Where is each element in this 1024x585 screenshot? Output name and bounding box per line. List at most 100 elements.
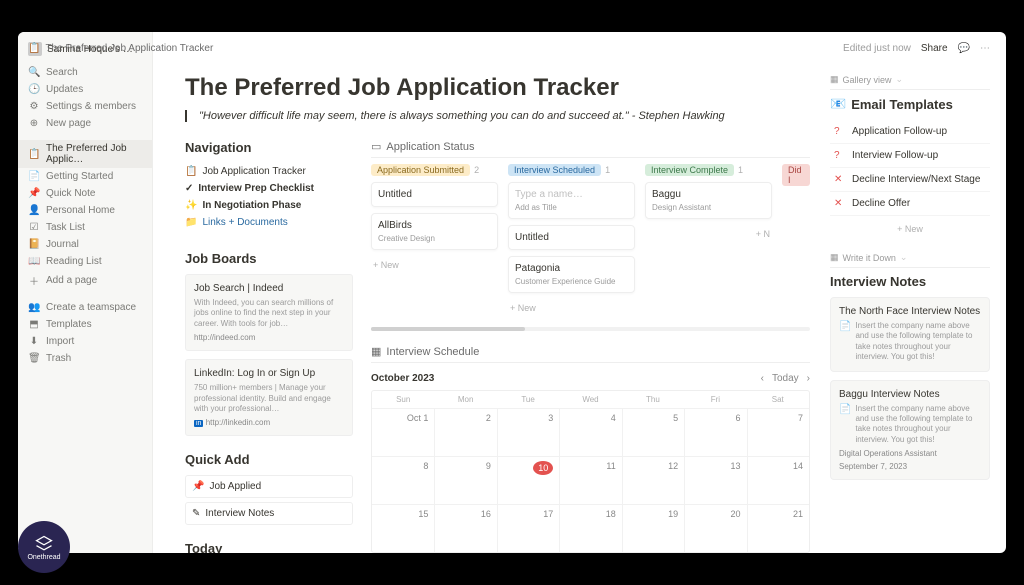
new-card-complete[interactable]: + N	[645, 225, 772, 243]
calendar-month: October 2023	[371, 373, 434, 384]
status-col-submitted: Application Submitted2 Untitled AllBirds…	[371, 164, 498, 317]
cal-cell[interactable]: Oct 1	[372, 408, 434, 456]
tpl-new[interactable]: + New	[830, 216, 990, 242]
cal-cell[interactable]: 9	[434, 456, 496, 504]
breadcrumb[interactable]: 📋 The Preferred Job Application Tracker	[153, 43, 213, 54]
sidebar-search[interactable]: 🔍Search	[18, 64, 152, 81]
cal-cell[interactable]: 17	[497, 504, 559, 552]
status-tag-complete[interactable]: Interview Complete	[645, 164, 734, 176]
cal-cell[interactable]: 10	[497, 456, 559, 504]
note-northface[interactable]: The North Face Interview Notes 📄Insert t…	[830, 297, 990, 372]
nav-item-negotiation[interactable]: ✨In Negotiation Phase	[185, 197, 353, 214]
main: 📋 The Preferred Job Application Tracker …	[153, 32, 1006, 553]
scroll-thumb[interactable]	[371, 327, 525, 331]
sidebar-updates[interactable]: 🕒Updates	[18, 81, 152, 98]
nav-item-links[interactable]: 📁Links + Documents	[185, 214, 353, 231]
cal-cell[interactable]: 6	[684, 408, 746, 456]
cal-cell[interactable]: 3	[497, 408, 559, 456]
cal-cell[interactable]: 21	[747, 504, 809, 552]
cal-cell[interactable]: 19	[622, 504, 684, 552]
tpl-app-followup[interactable]: ?Application Follow-up	[830, 120, 990, 144]
appstatus-header[interactable]: ▭ Application Status	[371, 140, 810, 158]
schedule-header[interactable]: ▦ Interview Schedule	[371, 345, 810, 363]
status-tag-did[interactable]: Did I	[782, 164, 810, 186]
cal-dow-cell: Tue	[497, 391, 559, 408]
card-patagonia[interactable]: PatagoniaCustomer Experience Guide	[508, 256, 635, 293]
cal-prev[interactable]: ‹	[761, 373, 764, 384]
nav-item-tracker[interactable]: 📋Job Application Tracker	[185, 163, 353, 180]
sidebar-page-tracker[interactable]: 📋The Preferred Job Applic…	[18, 140, 152, 168]
sidebar-trash[interactable]: 🗑Trash	[18, 350, 152, 367]
comment-icon[interactable]: 💬	[958, 43, 970, 54]
cal-cell[interactable]: 11	[559, 456, 621, 504]
card-untitled-2[interactable]: Untitled	[508, 225, 635, 250]
sidebar-new-page[interactable]: ⊕New page	[18, 115, 152, 132]
sidebar-page-quick-note[interactable]: 📌Quick Note	[18, 185, 152, 202]
gallery-view-tab[interactable]: ▦Gallery view ⌄	[830, 74, 990, 90]
status-tag-submitted[interactable]: Application Submitted	[371, 164, 470, 176]
cal-cell[interactable]: 4	[559, 408, 621, 456]
new-card-scheduled[interactable]: + New	[508, 299, 635, 317]
job-board-linkedin[interactable]: LinkedIn: Log In or Sign Up 750 million+…	[185, 359, 353, 436]
gear-icon: ⚙	[28, 101, 40, 112]
sparkle-icon: ✨	[185, 200, 197, 211]
sidebar-templates[interactable]: ⬒Templates	[18, 316, 152, 333]
cal-cell[interactable]: 2	[434, 408, 496, 456]
sidebar-settings[interactable]: ⚙Settings & members	[18, 98, 152, 115]
page-title[interactable]: The Preferred Job Application Tracker	[185, 74, 810, 102]
status-board: Application Submitted2 Untitled AllBirds…	[371, 164, 810, 317]
cal-cell[interactable]: 8	[372, 456, 434, 504]
download-icon: ⬇	[28, 336, 40, 347]
page-icon: 📄	[839, 321, 851, 363]
onethread-logo: Onethread	[18, 521, 70, 573]
card-allbirds[interactable]: AllBirdsCreative Design	[371, 213, 498, 250]
nav-item-checklist[interactable]: ✓Interview Prep Checklist	[185, 180, 353, 197]
cal-cell[interactable]: 15	[372, 504, 434, 552]
board-scrollbar[interactable]	[371, 327, 810, 331]
cal-today[interactable]: Today	[772, 373, 799, 384]
cal-cell[interactable]: 14	[747, 456, 809, 504]
sidebar-create-teamspace[interactable]: 👥Create a teamspace	[18, 299, 152, 316]
name-input[interactable]: Type a name…	[515, 189, 628, 200]
card-new-input[interactable]: Type a name… Add as Title	[508, 182, 635, 219]
sidebar-import[interactable]: ⬇Import	[18, 333, 152, 350]
cal-next[interactable]: ›	[807, 373, 810, 384]
quickadd-interview-notes[interactable]: ✎Interview Notes	[185, 502, 353, 525]
star-icon[interactable]: ⋯	[980, 43, 990, 54]
nav-list: 📋Job Application Tracker ✓Interview Prep…	[185, 163, 353, 231]
cal-cell[interactable]: 5	[622, 408, 684, 456]
search-icon: 🔍	[28, 67, 40, 78]
page-icon: 📄	[28, 171, 40, 182]
note-baggu[interactable]: Baggu Interview Notes 📄Insert the compan…	[830, 380, 990, 481]
new-card-submitted[interactable]: + New	[371, 256, 498, 274]
tpl-interview-followup[interactable]: ?Interview Follow-up	[830, 144, 990, 168]
sidebar-page-journal[interactable]: 📔Journal	[18, 236, 152, 253]
cal-dow-cell: Sun	[372, 391, 434, 408]
sidebar-page-personal-home[interactable]: 👤Personal Home	[18, 202, 152, 219]
sidebar-page-getting-started[interactable]: 📄Getting Started	[18, 168, 152, 185]
check-icon: ☑	[28, 222, 40, 233]
tpl-decline-interview[interactable]: ✕Decline Interview/Next Stage	[830, 168, 990, 192]
writeit-view-tab[interactable]: ▦Write it Down ⌄	[830, 252, 990, 268]
cal-cell[interactable]: 20	[684, 504, 746, 552]
cal-cell[interactable]: 16	[434, 504, 496, 552]
question-icon: ?	[834, 126, 846, 137]
cal-cell[interactable]: 13	[684, 456, 746, 504]
card-untitled-1[interactable]: Untitled	[371, 182, 498, 207]
status-tag-scheduled[interactable]: Interview Scheduled	[508, 164, 601, 176]
question-icon: ?	[834, 150, 846, 161]
sidebar-page-reading-list[interactable]: 📖Reading List	[18, 253, 152, 270]
cal-cell[interactable]: 7	[747, 408, 809, 456]
quote-block[interactable]: "However difficult life may seem, there …	[185, 110, 745, 122]
job-board-indeed[interactable]: Job Search | Indeed With Indeed, you can…	[185, 274, 353, 351]
sidebar-page-task-list[interactable]: ☑Task List	[18, 219, 152, 236]
tpl-decline-offer[interactable]: ✕Decline Offer	[830, 192, 990, 216]
cal-cell[interactable]: 18	[559, 504, 621, 552]
sidebar-add-page[interactable]: ＋Add a page	[18, 270, 152, 291]
share-button[interactable]: Share	[921, 43, 948, 54]
card-baggu[interactable]: BagguDesign Assistant	[645, 182, 772, 219]
cal-cell[interactable]: 12	[622, 456, 684, 504]
quickadd-job-applied[interactable]: 📌Job Applied	[185, 475, 353, 498]
book-icon: 📔	[28, 239, 40, 250]
pin-icon: 📌	[192, 481, 204, 492]
